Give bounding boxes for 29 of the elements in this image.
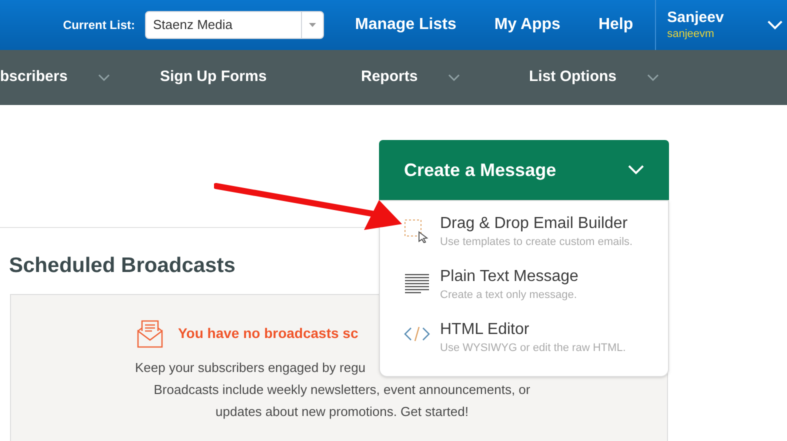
menu-item-description: Create a text only message. xyxy=(440,289,578,303)
sub-nav-item[interactable]: Sign Up Forms xyxy=(160,66,361,89)
caret-icon xyxy=(309,23,316,27)
dashed-box-cursor-icon xyxy=(404,219,430,243)
code-brackets-icon xyxy=(404,325,430,343)
menu-item[interactable]: Plain Text Message Create a text only message. xyxy=(380,262,668,315)
nav-link[interactable]: Manage Lists xyxy=(355,13,456,37)
chevron-down-icon xyxy=(767,20,783,30)
list-select[interactable]: Staenz Media xyxy=(145,11,324,39)
menu-item-description: Use templates to create custom emails. xyxy=(440,236,633,250)
chevron-down-icon xyxy=(628,165,644,175)
menu-item[interactable]: Drag & Drop Email Builder Use templates to create custom emails. xyxy=(380,209,668,262)
user-name: Sanjeev xyxy=(667,8,724,28)
nav-link[interactable]: Help xyxy=(598,13,634,37)
menu-item-title: Plain Text Message xyxy=(440,267,578,287)
nav-link[interactable]: My Apps xyxy=(494,13,560,37)
create-message-button[interactable]: Create a Message xyxy=(379,140,669,200)
envelope-letter-icon xyxy=(136,318,164,348)
empty-state-title: You have no broadcasts sc xyxy=(178,324,358,343)
sub-nav-item[interactable]: Reports xyxy=(361,66,529,89)
text-lines-icon xyxy=(404,272,430,296)
menu-item-title: Drag & Drop Email Builder xyxy=(440,214,629,234)
sub-nav-item[interactable]: bscribers xyxy=(0,66,160,89)
user-handle: sanjeevm xyxy=(667,28,716,42)
menu-item-title: HTML Editor xyxy=(440,320,530,340)
menu-item-description: Use WYSIWYG or edit the raw HTML. xyxy=(440,342,626,356)
current-list-label: Current List: xyxy=(63,17,135,34)
section-title: Scheduled Broadcasts xyxy=(9,253,236,279)
sub-nav-item[interactable]: List Options xyxy=(529,66,658,89)
